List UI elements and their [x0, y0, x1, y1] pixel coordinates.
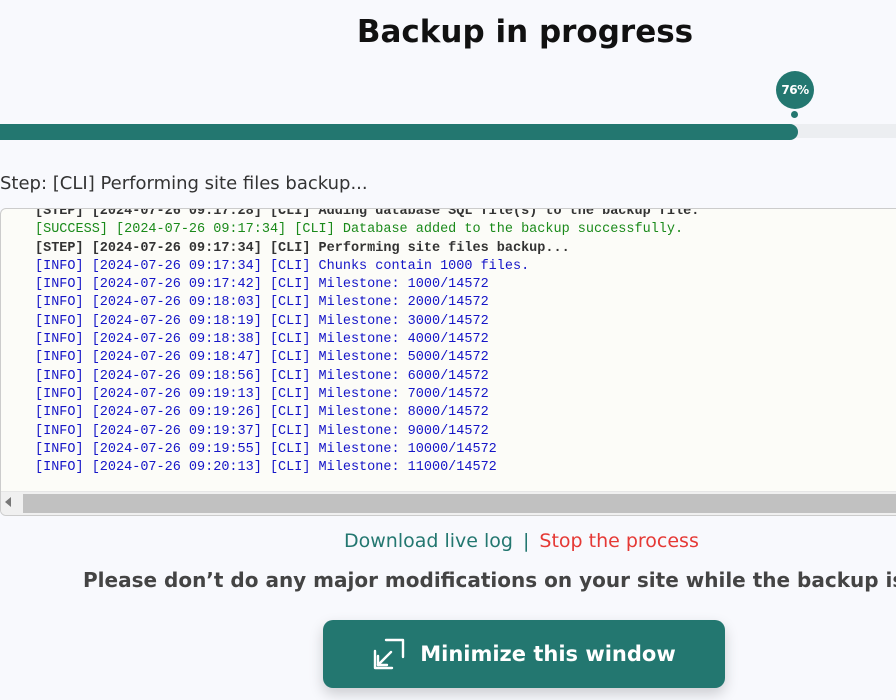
log-line: [STEP] [2024-07-26 09:17:28] [CLI] Addin…: [35, 208, 700, 219]
log-line: [SUCCESS] [2024-07-26 09:17:34] [CLI] Da…: [35, 222, 684, 238]
progress-fill: [0, 124, 798, 140]
step-status: Step: [CLI] Performing site files backup…: [0, 173, 368, 194]
log-line: [INFO] [2024-07-26 09:20:13] [CLI] Miles…: [35, 460, 497, 476]
log-lines: [STEP] [2024-07-26 09:17:28] [CLI] Addin…: [35, 208, 896, 477]
minimize-window-icon: [372, 637, 406, 671]
minimize-window-label: Minimize this window: [420, 642, 676, 666]
progress-bar: 76%: [0, 0, 896, 150]
log-line: [INFO] [2024-07-26 09:18:19] [CLI] Miles…: [35, 313, 489, 329]
log-actions: Download live log | Stop the process: [344, 530, 699, 552]
horizontal-scrollbar[interactable]: [1, 491, 896, 515]
log-panel[interactable]: [STEP] [2024-07-26 09:17:28] [CLI] Addin…: [0, 208, 896, 516]
log-line: [INFO] [2024-07-26 09:19:13] [CLI] Miles…: [35, 386, 489, 402]
actions-separator: |: [522, 530, 530, 552]
warning-message: Please don’t do any major modifications …: [83, 568, 896, 592]
log-line: [INFO] [2024-07-26 09:17:34] [CLI] Chunk…: [35, 258, 530, 274]
download-live-log-link[interactable]: Download live log: [344, 530, 513, 552]
log-line: [INFO] [2024-07-26 09:18:03] [CLI] Miles…: [35, 295, 489, 311]
log-line: [INFO] [2024-07-26 09:18:47] [CLI] Miles…: [35, 350, 489, 366]
log-line: [INFO] [2024-07-26 09:19:26] [CLI] Miles…: [35, 405, 489, 421]
log-line: [INFO] [2024-07-26 09:17:42] [CLI] Miles…: [35, 277, 489, 293]
log-line: [STEP] [2024-07-26 09:17:34] [CLI] Perfo…: [35, 240, 570, 256]
progress-marker-dot: [791, 111, 798, 118]
progress-percent-badge: 76%: [776, 71, 814, 109]
log-line: [INFO] [2024-07-26 09:18:56] [CLI] Miles…: [35, 368, 489, 384]
stop-process-link[interactable]: Stop the process: [539, 530, 698, 552]
log-line: [INFO] [2024-07-26 09:19:37] [CLI] Miles…: [35, 423, 489, 439]
scrollbar-thumb[interactable]: [23, 494, 896, 513]
scroll-left-icon[interactable]: [5, 497, 11, 507]
log-line: [INFO] [2024-07-26 09:19:55] [CLI] Miles…: [35, 441, 497, 457]
minimize-window-button[interactable]: Minimize this window: [323, 620, 725, 688]
log-line: [INFO] [2024-07-26 09:18:38] [CLI] Miles…: [35, 332, 489, 348]
